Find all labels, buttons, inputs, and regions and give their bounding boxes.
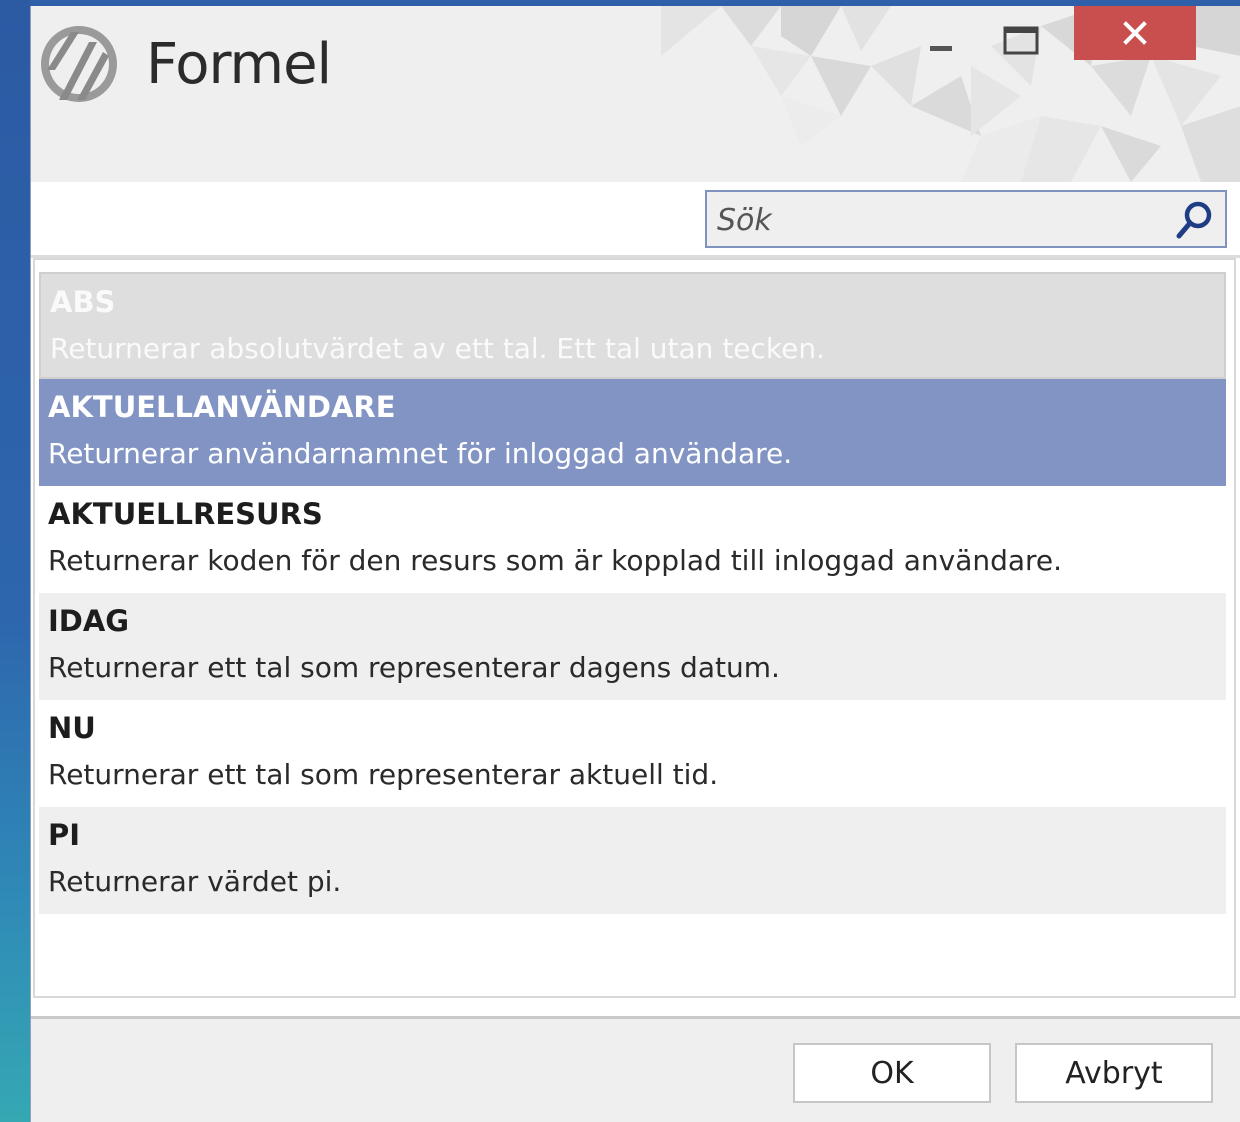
maximize-icon [1003,26,1039,55]
search-icon[interactable] [1173,198,1217,242]
search-bar [31,182,1240,258]
formula-list[interactable]: ABS Returnerar absolutvärdet av ett tal.… [39,272,1226,914]
formula-description: Returnerar koden för den resurs som är k… [48,544,1063,577]
title-bar[interactable]: Formel [31,6,1240,182]
list-item-aktuellresurs[interactable]: AKTUELLRESURS Returnerar koden för den r… [39,486,1226,593]
formula-description: Returnerar absolutvärdet av ett tal. Ett… [50,332,826,365]
formula-name: PI [48,818,81,852]
close-button[interactable] [1074,6,1196,60]
formula-name: ABS [50,285,116,319]
search-field[interactable] [705,190,1227,248]
formula-name: AKTUELLANVÄNDARE [48,390,396,424]
list-item-pi[interactable]: PI Returnerar värdet pi. [39,807,1226,914]
formula-name: AKTUELLRESURS [48,497,323,531]
minimize-button[interactable] [911,20,971,70]
brand-logo-icon [41,26,117,102]
close-icon [1123,21,1147,45]
formula-description: Returnerar värdet pi. [48,865,342,898]
formula-dialog: Formel Sök ABS Returnerar absolutvärdet … [30,6,1240,1122]
formula-description: Returnerar användarnamnet för inloggad a… [48,437,793,470]
maximize-button[interactable] [991,14,1051,66]
list-item-aktuellanvandare[interactable]: AKTUELLANVÄNDARE Returnerar användarnamn… [39,379,1226,486]
ok-button[interactable]: OK [793,1043,991,1103]
formula-description: Returnerar ett tal som representerar akt… [48,758,719,791]
search-input[interactable] [715,200,1169,240]
desktop-background [0,0,30,1122]
formula-list-frame: ABS Returnerar absolutvärdet av ett tal.… [33,258,1236,998]
formula-description: Returnerar ett tal som representerar dag… [48,651,780,684]
dialog-footer: OK Avbryt [31,1016,1240,1122]
list-item-abs[interactable]: ABS Returnerar absolutvärdet av ett tal.… [39,272,1226,379]
formula-name: IDAG [48,604,130,638]
window-title: Formel [146,32,332,97]
list-item-idag[interactable]: IDAG Returnerar ett tal som representera… [39,593,1226,700]
minimize-icon [930,46,952,51]
formula-name: NU [48,711,96,745]
list-item-nu[interactable]: NU Returnerar ett tal som representerar … [39,700,1226,807]
cancel-button[interactable]: Avbryt [1015,1043,1213,1103]
